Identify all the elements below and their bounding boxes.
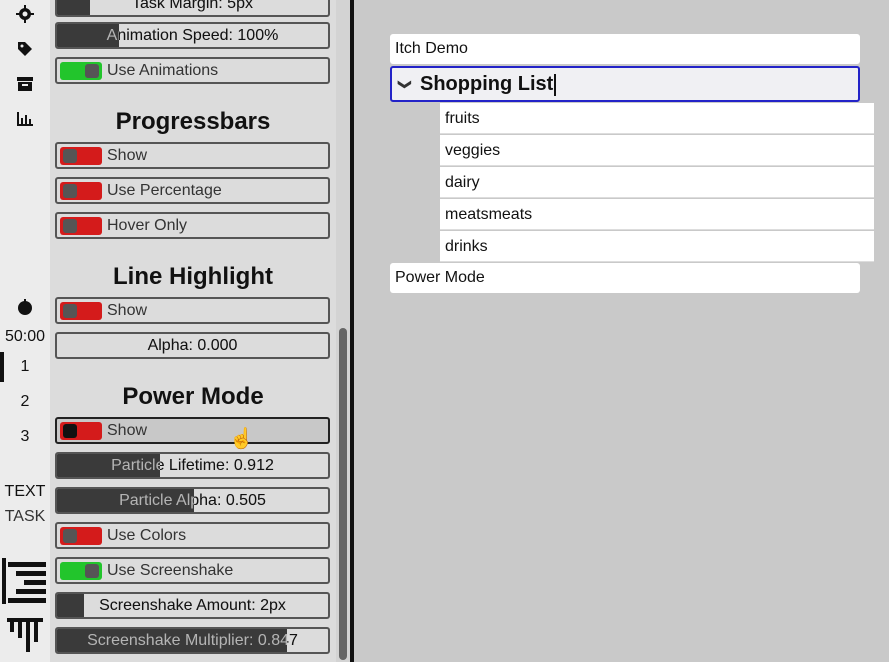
use-percentage-toggle[interactable]: Use Percentage — [55, 177, 330, 204]
use-colors-toggle[interactable]: Use Colors — [55, 522, 330, 549]
power-mode-heading: Power Mode — [122, 383, 264, 410]
icon-rail: 50:00 1 2 3 TEXT TASK — [0, 0, 50, 662]
screenshake-multiplier-label: Screenshake Multiplier: 0.847 — [87, 632, 298, 649]
screenshake-multiplier-slider[interactable]: Screenshake Multiplier: 0.847 — [55, 627, 330, 654]
tree-child-veggies[interactable]: veggies — [440, 135, 874, 166]
tree-item-itch-demo[interactable]: Itch Demo — [390, 34, 860, 64]
screenshake-amount-slider[interactable]: Screenshake Amount: 2px — [55, 592, 330, 619]
line-highlight-show-label: Show — [107, 302, 148, 319]
line-highlight-show-toggle[interactable]: Show — [55, 297, 330, 324]
progressbars-show-label: Show — [107, 147, 148, 164]
chevron-down-icon[interactable]: ❯ — [389, 79, 421, 93]
toggle-switch-off[interactable] — [60, 182, 102, 200]
pomodoro-icon[interactable] — [0, 298, 50, 320]
toggle-switch-off[interactable] — [60, 147, 102, 165]
tree-item-shopping-list-label[interactable]: Shopping List — [420, 73, 553, 95]
toggle-switch-off[interactable] — [60, 302, 102, 320]
line-highlight-heading: Line Highlight — [113, 263, 273, 290]
hand-cursor-icon: ☝ — [229, 428, 254, 450]
hover-only-label: Hover Only — [107, 217, 188, 234]
power-mode-show-toggle[interactable]: Show — [55, 417, 330, 444]
alpha-label: Alpha: 0.000 — [147, 337, 238, 354]
tree-child-drinks[interactable]: drinks — [440, 231, 874, 262]
toggle-switch-off[interactable] — [60, 527, 102, 545]
mode-text[interactable]: TEXT — [0, 483, 50, 501]
toggle-switch-on[interactable] — [60, 562, 102, 580]
rail-tab-3[interactable]: 3 — [0, 428, 50, 446]
particle-lifetime-label: Particle Lifetime: 0.912 — [111, 457, 274, 474]
tree-item-shopping-list[interactable]: ❯ Shopping List — [390, 66, 860, 102]
rail-tab-2[interactable]: 2 — [0, 393, 50, 411]
rail-tab-1[interactable]: 1 — [0, 358, 50, 376]
panel-scrollbar-thumb[interactable] — [339, 328, 347, 660]
use-colors-label: Use Colors — [107, 527, 187, 544]
particle-alpha-slider[interactable]: Particle Alpha: 0.505 — [55, 487, 330, 514]
animation-speed-slider[interactable]: Animation Speed: 100% — [55, 22, 330, 49]
use-percentage-label: Use Percentage — [107, 182, 222, 199]
alpha-slider[interactable]: Alpha: 0.000 — [55, 332, 330, 359]
text-cursor — [554, 73, 557, 96]
pane-divider[interactable] — [350, 0, 354, 662]
archive-icon[interactable] — [0, 75, 50, 97]
tree-child-fruits[interactable]: fruits — [440, 103, 874, 134]
tree-child-meatsmeats[interactable]: meatsmeats — [440, 199, 874, 230]
tree-child-dairy[interactable]: dairy — [440, 167, 874, 198]
use-animations-label: Use Animations — [107, 62, 219, 79]
use-animations-toggle[interactable]: Use Animations — [55, 57, 330, 84]
mode-task[interactable]: TASK — [0, 508, 50, 526]
animation-speed-label: Animation Speed: 100% — [106, 27, 279, 44]
align-list-icon[interactable] — [0, 558, 50, 608]
tree-item-power-mode[interactable]: Power Mode — [390, 263, 860, 293]
gear-icon[interactable] — [0, 5, 50, 27]
power-mode-show-label: Show — [107, 422, 148, 439]
hover-only-toggle[interactable]: Hover Only — [55, 212, 330, 239]
use-screenshake-label: Use Screenshake — [107, 562, 234, 579]
progressbars-show-toggle[interactable]: Show — [55, 142, 330, 169]
particle-lifetime-slider[interactable]: Particle Lifetime: 0.912 — [55, 452, 330, 479]
particle-alpha-label: Particle Alpha: 0.505 — [119, 492, 266, 509]
toggle-switch-off[interactable] — [60, 422, 102, 440]
toggle-switch-off[interactable] — [60, 217, 102, 235]
toggle-switch-on[interactable] — [60, 62, 102, 80]
pomodoro-timer[interactable]: 50:00 — [0, 328, 50, 346]
columns-icon[interactable] — [0, 618, 50, 662]
task-margin-slider[interactable]: Task Margin: 5px — [55, 0, 330, 17]
screenshake-amount-label: Screenshake Amount: 2px — [99, 597, 286, 614]
use-screenshake-toggle[interactable]: Use Screenshake — [55, 557, 330, 584]
tag-icon[interactable] — [0, 40, 50, 62]
task-margin-label: Task Margin: 5px — [132, 0, 253, 12]
bar-chart-icon[interactable] — [0, 110, 50, 132]
progressbars-heading: Progressbars — [115, 108, 271, 135]
